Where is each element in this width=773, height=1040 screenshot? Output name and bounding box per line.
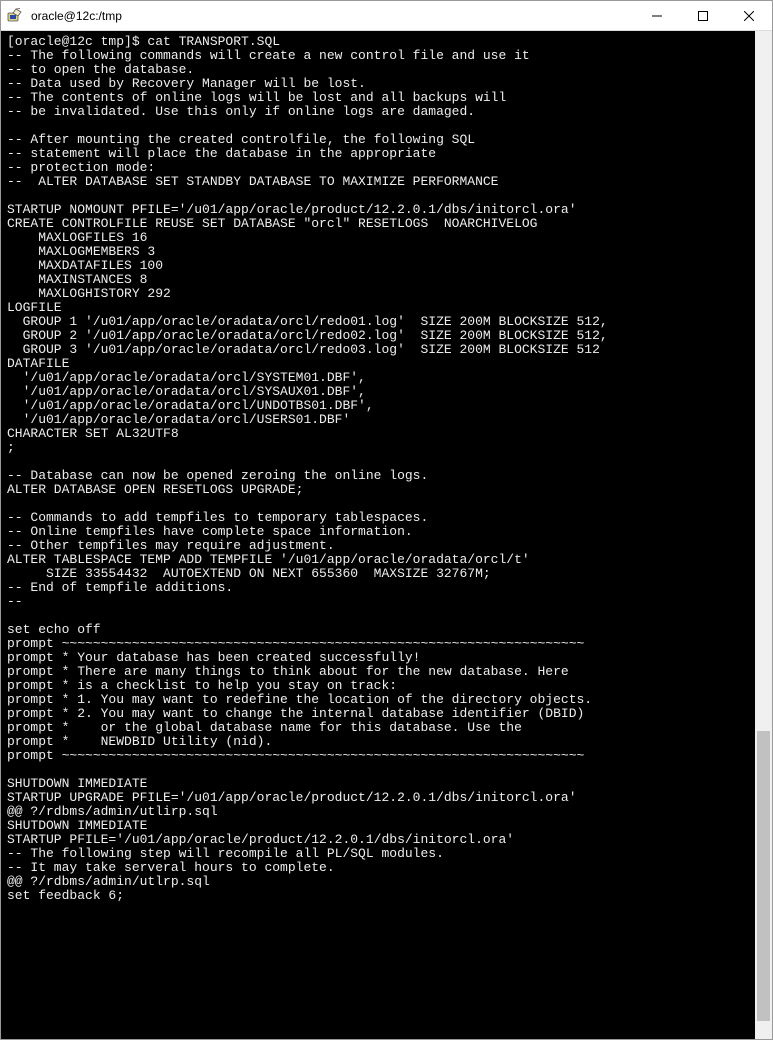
terminal-area: [oracle@12c tmp]$ cat TRANSPORT.SQL -- T… bbox=[1, 31, 772, 1039]
titlebar[interactable]: oracle@12c:/tmp bbox=[1, 1, 772, 31]
scrollbar[interactable] bbox=[755, 31, 772, 1039]
close-button[interactable] bbox=[726, 1, 772, 31]
terminal-window: oracle@12c:/tmp [oracle@12c tmp]$ cat TR… bbox=[0, 0, 773, 1040]
putty-icon bbox=[7, 8, 23, 24]
terminal-output[interactable]: [oracle@12c tmp]$ cat TRANSPORT.SQL -- T… bbox=[1, 31, 755, 1039]
maximize-button[interactable] bbox=[680, 1, 726, 31]
scrollbar-thumb[interactable] bbox=[757, 731, 770, 1021]
minimize-button[interactable] bbox=[634, 1, 680, 31]
window-title: oracle@12c:/tmp bbox=[29, 9, 634, 23]
